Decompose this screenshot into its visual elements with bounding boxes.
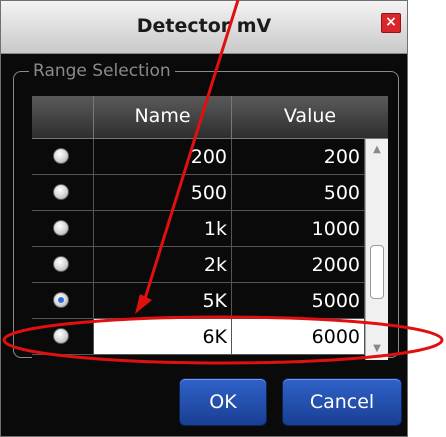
vertical-scrollbar[interactable]: ▲ ▼	[365, 139, 388, 360]
table-row[interactable]: 500 500	[32, 175, 365, 211]
range-table: Name Value 200 200 500 500 1k 1000 2k 20…	[32, 96, 388, 360]
name-cell[interactable]: 500	[191, 175, 227, 211]
value-cell[interactable]: 5000	[312, 283, 360, 319]
value-cell[interactable]: 500	[324, 175, 360, 211]
value-cell[interactable]: 2000	[312, 247, 360, 283]
name-cell[interactable]: 200	[191, 139, 227, 175]
range-selection-label: Range Selection	[29, 61, 175, 81]
table-row[interactable]: 200 200	[32, 139, 365, 175]
table-header: Name Value	[32, 96, 388, 139]
table-row-selected[interactable]: 5K 5000	[32, 283, 365, 319]
value-cell[interactable]: 200	[324, 139, 360, 175]
title-bar: Detector mV ×	[1, 1, 407, 54]
table-row-editing[interactable]: 6K 6000	[32, 319, 365, 355]
value-cell[interactable]: 6000	[312, 319, 360, 355]
header-value: Value	[283, 105, 337, 127]
radio-button[interactable]	[53, 184, 69, 200]
cancel-button[interactable]: Cancel	[282, 378, 402, 426]
radio-button[interactable]	[53, 256, 69, 272]
dialog-title: Detector mV	[136, 15, 272, 37]
scroll-thumb[interactable]	[370, 245, 384, 299]
scroll-up-arrow-icon[interactable]: ▲	[366, 141, 388, 159]
radio-button[interactable]	[53, 328, 69, 344]
name-cell[interactable]: 5K	[202, 283, 227, 319]
header-name: Name	[94, 96, 232, 138]
name-cell[interactable]: 1k	[204, 211, 227, 247]
table-row[interactable]: 2k 2000	[32, 247, 365, 283]
close-button[interactable]: ×	[381, 13, 401, 33]
radio-button[interactable]	[53, 148, 69, 164]
scroll-down-arrow-icon[interactable]: ▼	[366, 340, 388, 358]
table-row[interactable]: 1k 1000	[32, 211, 365, 247]
header-select-column	[32, 96, 94, 138]
ok-button[interactable]: OK	[179, 378, 267, 426]
radio-button-selected[interactable]	[53, 292, 69, 308]
radio-button[interactable]	[53, 220, 69, 236]
detector-mv-dialog: Detector mV × Range Selection Name Value…	[0, 0, 408, 437]
name-cell[interactable]: 6K	[202, 319, 227, 355]
value-cell[interactable]: 1000	[312, 211, 360, 247]
name-cell[interactable]: 2k	[204, 247, 227, 283]
